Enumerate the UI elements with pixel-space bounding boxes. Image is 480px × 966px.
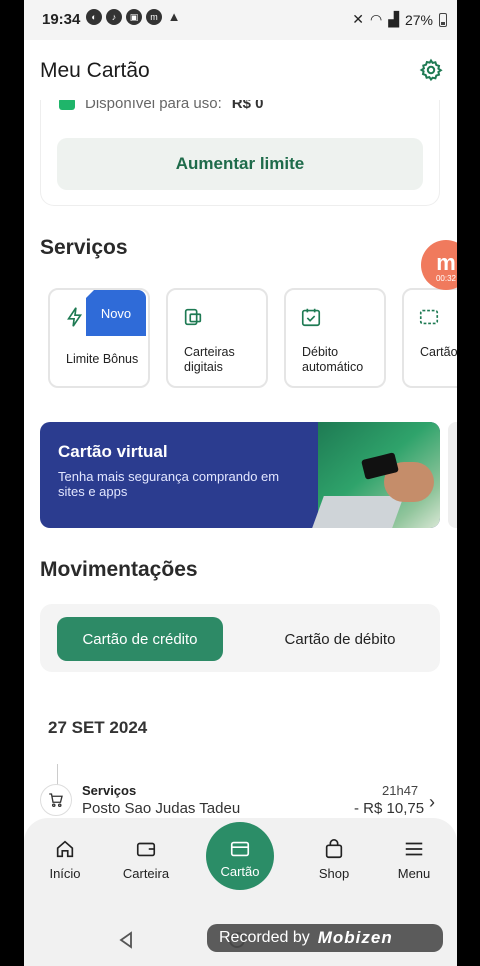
nav-inicio[interactable]: Início	[30, 838, 100, 881]
mobizen-icon: m	[146, 9, 162, 25]
shopping-bag-icon	[325, 839, 343, 859]
services-carousel[interactable]: Novo Limite Bônus Carteiras digitais Déb…	[48, 288, 457, 388]
service-cartao[interactable]: Cartão	[402, 288, 457, 388]
notification-icons: ◐ ♪ ▣ m ▲	[86, 9, 182, 25]
wifi-icon: ◠	[369, 11, 383, 27]
hamburger-menu-icon	[405, 842, 423, 856]
increase-limit-button[interactable]: Aumentar limite	[57, 138, 423, 190]
dashed-card-icon	[419, 309, 439, 325]
banner-photo	[312, 422, 440, 528]
service-label: Carteiras digitais	[184, 345, 235, 374]
battery-icon	[439, 12, 447, 27]
status-bar: 19:34 ◐ ♪ ▣ m ▲ ✕ ◠ ▟ 27%	[24, 0, 457, 40]
banner-subtitle: Tenha mais segurança comprando em sites …	[58, 469, 280, 499]
service-label: Limite Bônus	[66, 352, 139, 366]
wallet-icon	[136, 842, 156, 857]
services-title: Serviços	[40, 236, 128, 259]
transaction-time: 21h47	[382, 783, 419, 798]
recorder-watermark: Recorded by Mobizen	[207, 924, 443, 952]
status-time: 19:34	[42, 11, 81, 28]
calendar-check-icon	[301, 308, 321, 327]
tab-debit-card[interactable]: Cartão de débito	[260, 617, 420, 661]
recorder-label: Recorded by	[219, 929, 310, 946]
app-notification-icon: ◐	[86, 9, 102, 25]
banner-title: Cartão virtual	[58, 442, 168, 461]
transaction-date: 27 SET 2024	[48, 718, 148, 737]
nav-label: Carteira	[122, 866, 170, 881]
mobizen-floating-bubble[interactable]: m 00:32	[421, 240, 457, 290]
mute-icon: ✕	[352, 11, 364, 27]
digital-wallet-icon	[184, 308, 202, 326]
nav-cartao[interactable]: Cartão	[206, 822, 274, 890]
service-label: Cartão	[420, 345, 457, 359]
card-type-tabs: Cartão de crédito Cartão de débito	[40, 604, 440, 672]
signal-icon: ▟	[388, 11, 399, 27]
transaction-category: Serviços	[82, 783, 137, 798]
nav-menu[interactable]: Menu	[379, 838, 449, 881]
nav-label: Shop	[318, 866, 350, 881]
warning-icon: ▲	[167, 9, 181, 24]
next-banner-peek[interactable]	[448, 422, 457, 528]
page-title: Meu Cartão	[40, 59, 150, 82]
recorder-brand: Mobizen	[317, 928, 393, 947]
app-header: Meu Cartão	[24, 40, 457, 100]
tiktok-icon: ♪	[106, 9, 122, 25]
service-limite-bonus[interactable]: Novo Limite Bônus	[48, 288, 150, 388]
service-debito-automatico[interactable]: Débito automático	[284, 288, 386, 388]
tab-credit-card[interactable]: Cartão de crédito	[57, 617, 223, 661]
laptop-illustration	[312, 496, 404, 528]
shopping-cart-icon	[40, 784, 72, 816]
phone-screen: 19:34 ◐ ♪ ▣ m ▲ ✕ ◠ ▟ 27% Disponível par…	[24, 0, 457, 966]
transaction-merchant[interactable]: Posto Sao Judas Tadeu	[82, 800, 240, 817]
nav-carteira[interactable]: Carteira	[111, 838, 181, 881]
home-icon	[56, 840, 74, 858]
system-indicators: ✕ ◠ ▟ 27%	[352, 11, 447, 28]
nav-label: Menu	[397, 866, 431, 881]
back-icon[interactable]	[116, 930, 136, 950]
system-navigation-bar: Recorded by Mobizen	[24, 908, 457, 966]
nav-label: Início	[49, 866, 81, 881]
credit-card-icon	[230, 841, 250, 857]
nav-shop[interactable]: Shop	[299, 838, 369, 881]
chevron-right-icon[interactable]: ›	[429, 792, 435, 813]
battery-percent: 27%	[404, 11, 433, 28]
transaction-amount: - R$ 10,75	[354, 800, 425, 817]
nav-label: Cartão	[220, 864, 260, 879]
settings-gear-icon[interactable]	[419, 58, 443, 82]
movements-title: Movimentações	[40, 558, 198, 581]
service-label: Débito automático	[302, 345, 364, 374]
new-badge: Novo	[86, 290, 146, 336]
lightning-icon	[67, 307, 83, 327]
virtual-card-banner[interactable]: Cartão virtual Tenha mais segurança comp…	[40, 422, 440, 528]
service-carteiras-digitais[interactable]: Carteiras digitais	[166, 288, 268, 388]
recording-timer: 00:32	[435, 274, 457, 283]
timeline-line	[57, 764, 58, 786]
app-notification-icon: ▣	[126, 9, 142, 25]
